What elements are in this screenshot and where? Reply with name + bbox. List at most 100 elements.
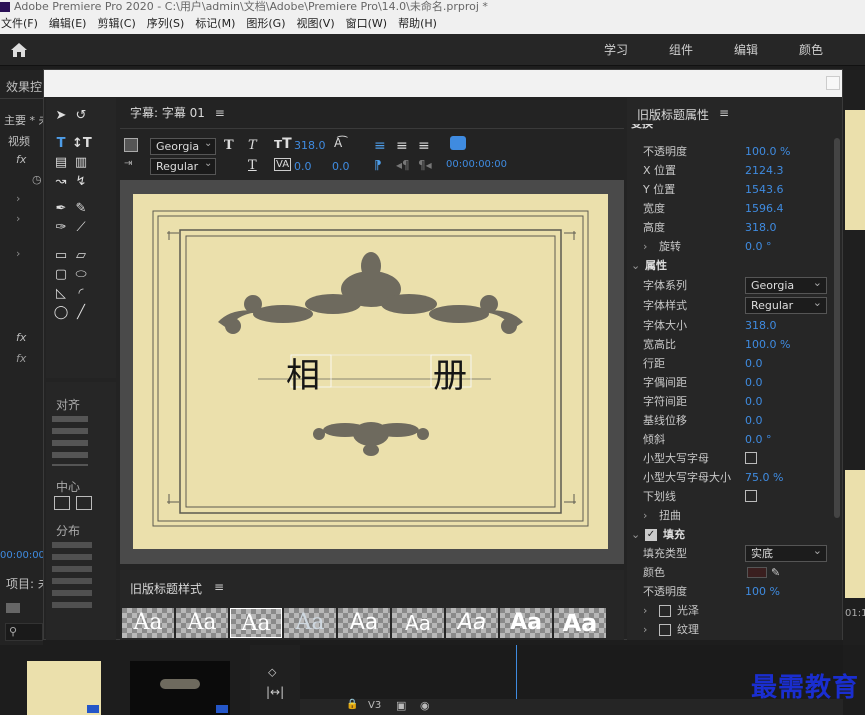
prop-rotation-value[interactable]: 0.0 ° <box>745 237 772 256</box>
path-type-tool-icon[interactable]: ↝ <box>52 174 70 190</box>
panel-menu-icon[interactable]: ≡ <box>719 106 729 120</box>
rounded-corner-rect-tool-icon[interactable]: ⬭ <box>72 267 90 283</box>
fill-type-dropdown[interactable]: 实底 <box>745 543 827 562</box>
underline-checkbox[interactable] <box>745 490 757 502</box>
slip-tool-icon[interactable]: |↔| <box>266 685 284 699</box>
wedge-tool-icon[interactable]: ◺ <box>52 286 70 302</box>
tab-stops-icon[interactable]: ⇥ <box>124 158 138 170</box>
texture-checkbox[interactable] <box>659 624 671 636</box>
align-right-icon[interactable]: ≡ <box>418 138 430 154</box>
project-thumbnail-sequence[interactable] <box>130 661 230 715</box>
align-buttons[interactable] <box>52 416 88 466</box>
panel-menu-icon[interactable]: ≡ <box>215 106 225 120</box>
ellipse-tool-icon[interactable]: ◯ <box>52 305 70 321</box>
convert-anchor-tool-icon[interactable]: ⟋ <box>72 220 90 236</box>
panel-menu-icon[interactable]: ≡ <box>214 580 224 594</box>
tracking-value[interactable]: 0.0 <box>332 160 350 173</box>
expand-arrow-icon[interactable]: › <box>16 247 20 260</box>
style-swatch-selected[interactable]: Aa <box>230 608 282 638</box>
smallcaps-size-value[interactable]: 75.0 % <box>745 468 783 487</box>
prop-x-value[interactable]: 2124.3 <box>745 161 784 180</box>
eye-icon[interactable]: ◉ <box>420 699 430 712</box>
chevron-right-icon[interactable]: › <box>643 237 647 256</box>
background-video-icon[interactable] <box>124 138 138 152</box>
chevron-down-icon[interactable]: ⌄ <box>631 256 640 275</box>
close-button[interactable] <box>826 76 840 90</box>
style-swatch[interactable]: Aa <box>176 608 228 638</box>
style-swatch[interactable]: Aa <box>284 608 336 638</box>
line-tool-icon[interactable]: ╱ <box>72 305 90 321</box>
underline-icon[interactable]: T <box>248 158 257 173</box>
razor-tool-icon[interactable]: ⬦ <box>268 665 276 680</box>
selection-tool-icon[interactable]: ➤ <box>52 108 70 124</box>
menu-window[interactable]: 窗口(W) <box>346 17 387 30</box>
smallcaps-checkbox[interactable] <box>745 452 757 464</box>
chevron-right-icon[interactable]: › <box>643 620 647 639</box>
bold-icon[interactable]: T <box>224 138 234 153</box>
font-style-dropdown[interactable]: Regular <box>745 295 827 314</box>
delete-anchor-tool-icon[interactable]: ✎ <box>72 201 90 217</box>
menu-marker[interactable]: 标记(M) <box>195 17 235 30</box>
chevron-down-icon[interactable]: ⌄ <box>631 525 640 544</box>
fill-opacity-value[interactable]: 100 % <box>745 582 780 601</box>
rounded-rect-tool-icon[interactable]: ▢ <box>52 267 70 283</box>
style-swatch[interactable]: Aa <box>554 608 606 638</box>
expand-arrow-icon[interactable]: › <box>16 192 20 205</box>
aspect-value[interactable]: 100.0 % <box>745 335 790 354</box>
workspace-color[interactable]: 颜色 <box>799 34 823 66</box>
tab-right-icon[interactable]: ¶◂ <box>418 158 432 172</box>
timecode-value[interactable]: 00:00:00:00 <box>446 159 507 170</box>
arc-tool-icon[interactable]: ◜ <box>72 286 90 302</box>
prop-width-value[interactable]: 1596.4 <box>745 199 784 218</box>
add-anchor-tool-icon[interactable]: ✑ <box>52 220 70 236</box>
word-wrap-icon[interactable]: ⁋ <box>374 158 382 172</box>
font-size-value[interactable]: 318.0 <box>745 316 777 335</box>
expand-arrow-icon[interactable]: › <box>16 212 20 225</box>
fill-header[interactable]: 填充 <box>663 525 685 544</box>
prop-y-value[interactable]: 1543.6 <box>745 180 784 199</box>
menu-graphics[interactable]: 图形(G) <box>246 17 285 30</box>
style-swatch[interactable]: Aa <box>500 608 552 638</box>
track-lock-icon[interactable]: 🔒 <box>346 699 358 710</box>
style-swatch[interactable]: Aa <box>392 608 444 638</box>
baseline-value[interactable]: 0.0 <box>745 411 763 430</box>
vertical-type-tool-icon[interactable]: ↕T <box>72 136 92 152</box>
leading-value[interactable]: 0.0 <box>745 354 763 373</box>
eyedropper-icon[interactable]: ✎ <box>771 563 780 582</box>
fill-checkbox[interactable]: ✓ <box>645 529 657 541</box>
title-text-left[interactable]: 相 <box>286 348 320 397</box>
title-tab[interactable]: 字幕: 字幕 01 <box>130 106 205 120</box>
workspace-learn[interactable]: 学习 <box>604 34 628 66</box>
align-left-icon[interactable]: ≡ <box>374 138 386 154</box>
distribute-buttons[interactable] <box>52 542 92 612</box>
home-icon[interactable] <box>10 42 28 58</box>
slant-value[interactable]: 0.0 ° <box>745 430 772 449</box>
align-center-icon[interactable]: ≡ <box>396 138 408 154</box>
font-size-value[interactable]: 318.0 <box>294 139 326 152</box>
rectangle-tool-icon[interactable]: ▭ <box>52 248 70 264</box>
transform-header[interactable]: 变换 <box>631 124 653 133</box>
menu-edit[interactable]: 编辑(E) <box>49 17 87 30</box>
vertical-path-type-tool-icon[interactable]: ↯ <box>72 174 90 190</box>
menu-clip[interactable]: 剪辑(C) <box>97 17 135 30</box>
tracking-prop-value[interactable]: 0.0 <box>745 392 763 411</box>
pen-tool-icon[interactable]: ✒ <box>52 201 70 217</box>
kerning-prop-value[interactable]: 0.0 <box>745 373 763 392</box>
project-thumbnail-title[interactable] <box>27 661 101 715</box>
style-swatch[interactable]: Aa <box>338 608 390 638</box>
prop-opacity-value[interactable]: 100.0 % <box>745 142 790 161</box>
project-search-input[interactable]: ⚲ <box>5 623 43 641</box>
menu-view[interactable]: 视图(V) <box>297 17 335 30</box>
italic-icon[interactable]: T <box>248 138 257 153</box>
distort-label[interactable]: 扭曲 <box>659 506 681 525</box>
clipped-corner-rect-tool-icon[interactable]: ▱ <box>72 248 90 264</box>
show-background-video-icon[interactable] <box>450 136 466 150</box>
rotation-tool-icon[interactable]: ↺ <box>72 108 90 124</box>
prop-height-value[interactable]: 318.0 <box>745 218 777 237</box>
track-label[interactable]: V3 <box>368 700 381 711</box>
area-type-tool-icon[interactable]: ▤ <box>52 155 70 171</box>
tab-left-icon[interactable]: ◂¶ <box>396 158 410 172</box>
fill-color-swatch[interactable] <box>747 567 767 578</box>
title-text-right[interactable]: 册 <box>433 348 467 397</box>
center-horizontal-button[interactable] <box>54 496 70 510</box>
